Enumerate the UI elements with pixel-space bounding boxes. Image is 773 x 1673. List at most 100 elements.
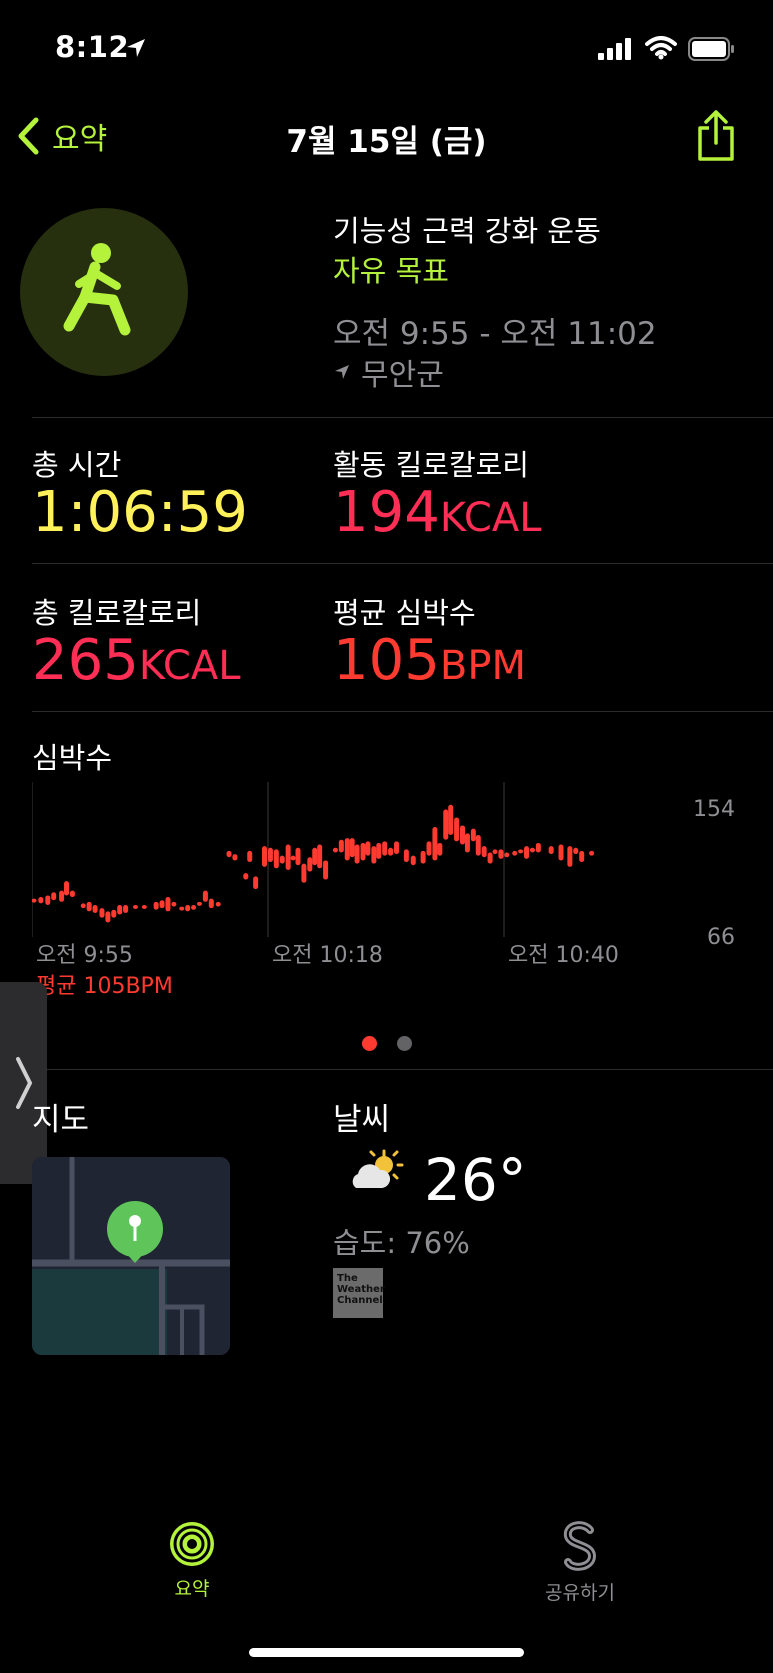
heart-rate-chart[interactable]: 154 66 오전 9:55 오전 10:18 오전 10:40 [32, 782, 742, 982]
hr-bar [512, 850, 518, 856]
x-tick-label: 오전 9:55 [36, 943, 133, 968]
hr-bar [243, 873, 249, 880]
hr-bar [426, 841, 432, 856]
hr-bar [338, 839, 344, 853]
hr-bar [464, 833, 470, 853]
hr-bar [394, 841, 400, 855]
hr-bar [64, 881, 70, 896]
hr-bar [443, 809, 449, 840]
page-title: 7월 15일 (금) [286, 124, 487, 160]
hr-bar [548, 846, 554, 855]
partly-sunny-icon [348, 1148, 404, 1196]
x-tick-label: 오전 10:40 [508, 943, 619, 968]
active-kcal-label: 활동 킬로칼로리 [333, 448, 529, 482]
strength-training-icon [20, 208, 188, 376]
hr-bar [226, 850, 232, 858]
hr-bar [86, 901, 92, 912]
hr-bar [153, 901, 159, 910]
hr-bar [179, 906, 185, 911]
workout-time-range: 오전 9:55 - 오전 11:02 [333, 316, 657, 352]
hr-bar [360, 842, 366, 861]
page-dot[interactable] [396, 1036, 412, 1051]
hr-bar [185, 905, 191, 912]
hr-bar [32, 898, 37, 903]
hr-bar [535, 842, 541, 853]
hr-bar [159, 900, 165, 909]
location-arrow-icon [125, 37, 147, 63]
hr-bar [420, 850, 426, 864]
divider [32, 1069, 773, 1070]
weather-channel-logo: The Weather Channel [333, 1268, 385, 1318]
hr-bar [432, 827, 438, 861]
hr-bar [132, 905, 138, 909]
hr-bar [573, 847, 579, 855]
hr-bar [481, 846, 487, 858]
hr-bar [529, 847, 535, 853]
hr-bar [92, 905, 98, 913]
hr-bar [410, 855, 416, 866]
hr-bar [323, 860, 329, 880]
hr-bar [301, 863, 307, 883]
hr-bar [460, 825, 466, 845]
hr-bar [285, 844, 291, 870]
hr-bar [232, 854, 238, 861]
tab-summary-label: 요약 [174, 1578, 210, 1600]
weather-label: 날씨 [333, 1102, 391, 1138]
wifi-icon [645, 36, 677, 64]
heart-rate-average: 평균 105BPM [36, 974, 173, 999]
divider [32, 417, 773, 418]
hr-bar [191, 905, 197, 910]
side-panel-handle[interactable] [0, 982, 47, 1184]
hr-bar [295, 847, 301, 866]
tab-sharing[interactable]: 공유하기 [538, 1520, 622, 1605]
page-dot-active[interactable] [361, 1036, 377, 1051]
total-kcal-label: 총 킬로칼로리 [32, 596, 202, 630]
location-name: 무안군 [361, 358, 444, 393]
hr-bar [371, 846, 377, 864]
hr-bar [196, 901, 202, 906]
share-icon [698, 110, 734, 161]
hr-bar [267, 847, 273, 863]
cellular-signal-icon [598, 38, 634, 64]
total-time-label: 총 시간 [32, 448, 122, 482]
tab-summary[interactable]: 요약 [154, 1520, 230, 1601]
hr-bar [45, 895, 51, 905]
avg-hr-label: 평균 심박수 [333, 596, 476, 630]
hr-bar [117, 905, 123, 915]
hr-bar [51, 892, 57, 901]
avg-hr-value: 105BPM [333, 628, 526, 693]
divider [32, 563, 773, 564]
hr-bar [524, 846, 530, 859]
map-label: 지도 [32, 1102, 90, 1138]
hr-bar [317, 844, 323, 869]
hr-bar [80, 903, 86, 909]
page-indicator[interactable] [0, 1036, 773, 1051]
chevron-right-icon [15, 1057, 32, 1109]
hr-bar [262, 846, 268, 867]
hr-bar [492, 849, 498, 855]
divider [32, 711, 773, 712]
share-button[interactable] [695, 110, 737, 166]
x-tick-label: 오전 10:18 [272, 943, 383, 968]
temperature: 26° [424, 1146, 527, 1214]
hr-bar [470, 828, 476, 842]
hr-bar [208, 898, 214, 909]
hr-bar [171, 901, 177, 907]
hr-bar [448, 804, 454, 835]
hr-bar [437, 842, 443, 856]
hr-bar [403, 849, 409, 863]
hr-bar [273, 849, 279, 869]
hr-bar [487, 852, 493, 864]
hr-bar [111, 909, 117, 918]
hr-bar [312, 847, 318, 866]
y-max-label: 154 [693, 797, 735, 822]
hr-bar [349, 838, 355, 858]
hr-bar [141, 905, 147, 909]
status-time: 8:12 [55, 30, 130, 64]
workout-location: 무안군 [333, 350, 444, 394]
route-map[interactable] [32, 1157, 230, 1355]
hr-bar [253, 876, 259, 890]
battery-icon [688, 37, 736, 65]
y-min-label: 66 [707, 925, 735, 950]
hr-bar [307, 857, 313, 872]
